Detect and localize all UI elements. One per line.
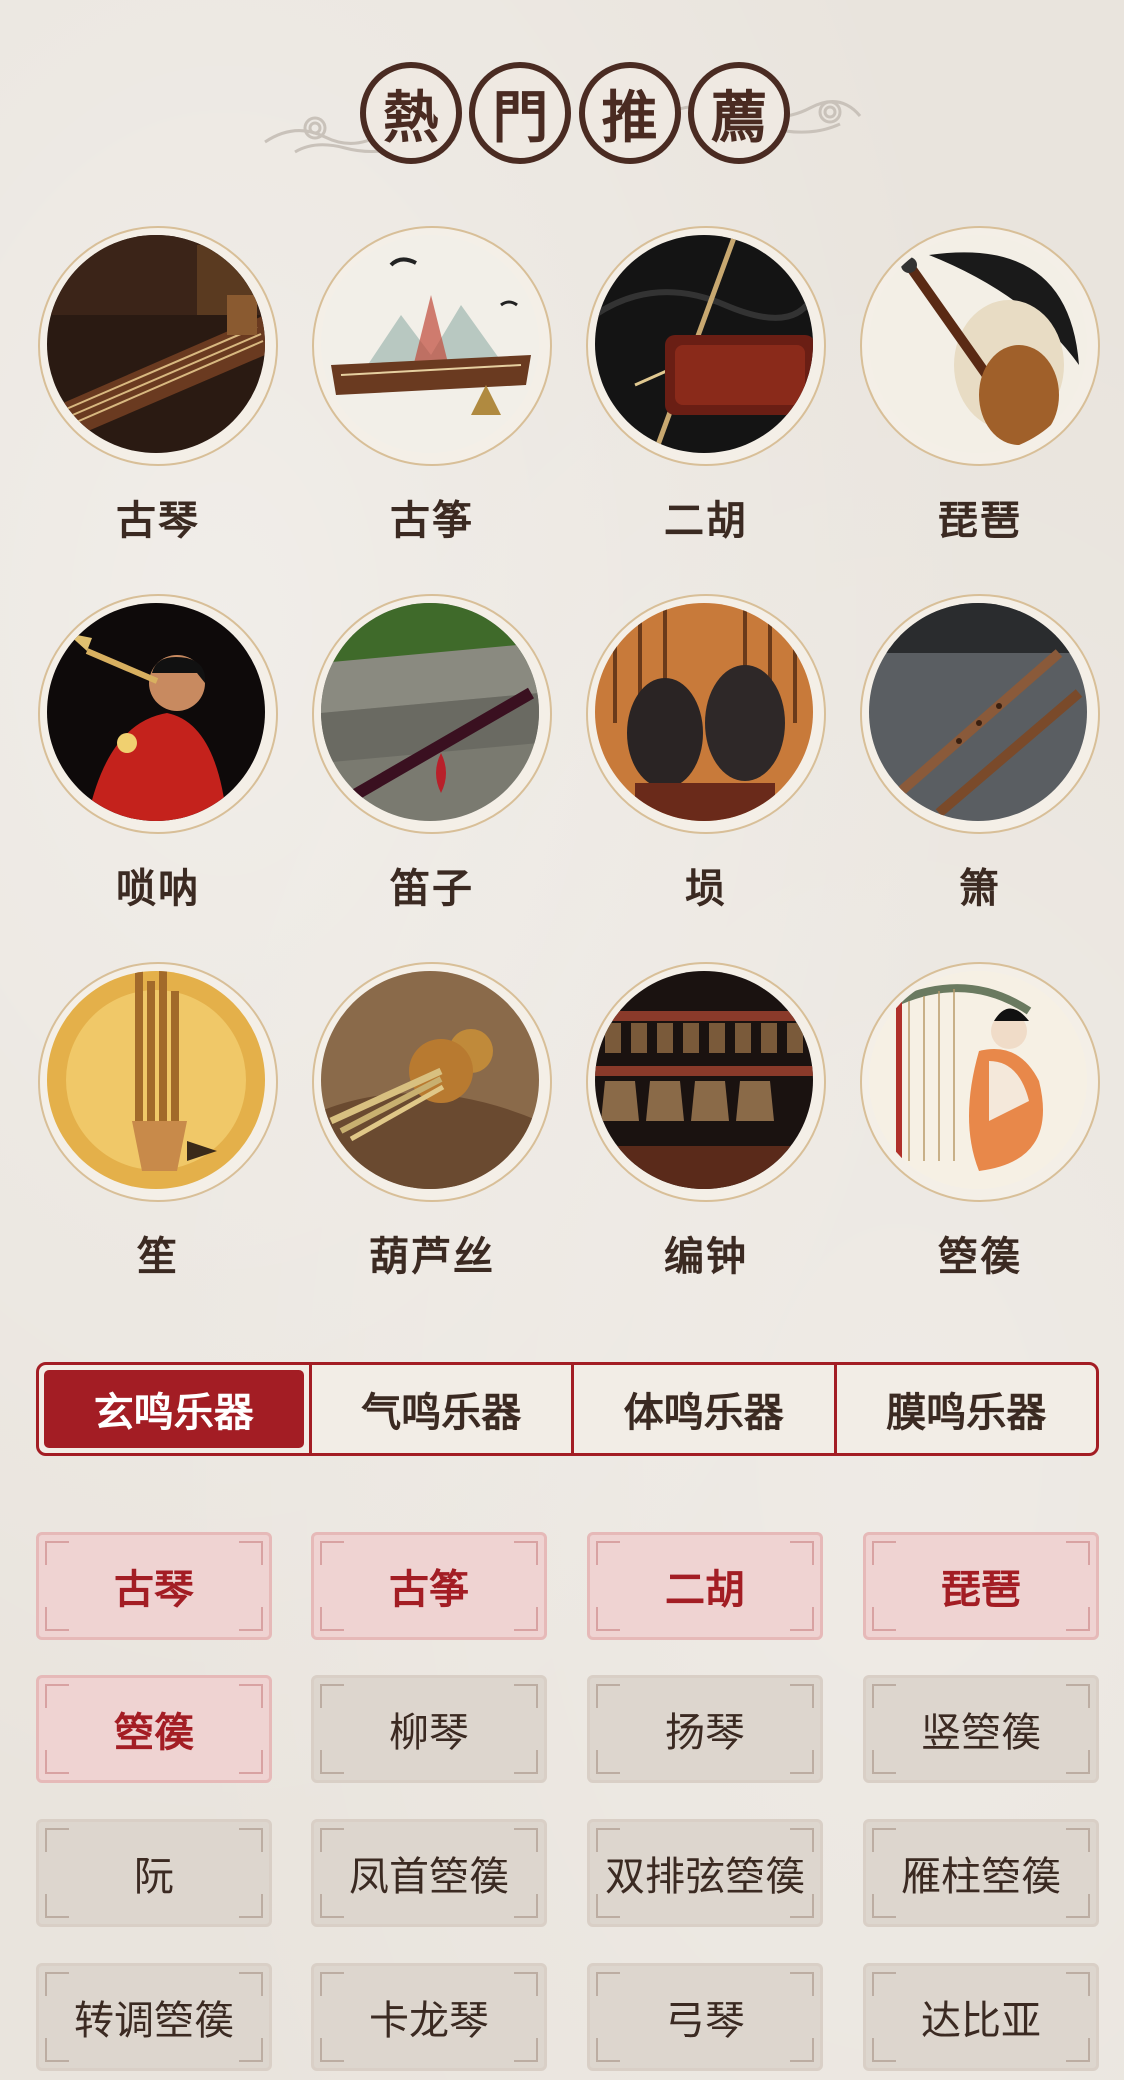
featured-label: 葫芦丝 bbox=[369, 1234, 495, 1280]
featured-item-hulusi[interactable]: 葫芦丝 bbox=[312, 962, 552, 1292]
featured-label: 古琴 bbox=[116, 498, 200, 544]
featured-item-dizi[interactable]: 笛子 bbox=[312, 594, 552, 924]
featured-label: 箜篌 bbox=[938, 1234, 1022, 1280]
page: 熱 門 推 薦 古琴 古筝 二胡 琵琶 唢呐 笛子 埙 箫 笙 葫芦丝 编钟 箜… bbox=[0, 0, 1124, 2080]
featured-item-xun[interactable]: 埙 bbox=[586, 594, 826, 924]
chip-label: 古琴 bbox=[114, 1567, 194, 1613]
instrument-chip[interactable]: 扬琴 bbox=[587, 1675, 823, 1783]
featured-item-guzheng[interactable]: 古筝 bbox=[312, 226, 552, 556]
chip-label: 双排弦箜篌 bbox=[605, 1854, 805, 1900]
dizi-photo bbox=[321, 603, 539, 821]
featured-label: 笙 bbox=[137, 1234, 179, 1280]
instrument-chip[interactable]: 弓琴 bbox=[587, 1963, 823, 2071]
page-title: 熱 門 推 薦 bbox=[360, 62, 790, 172]
featured-label: 埙 bbox=[685, 866, 727, 912]
tab-aerophones[interactable]: 气鸣乐器 bbox=[308, 1365, 572, 1453]
chip-label: 凤首箜篌 bbox=[349, 1854, 509, 1900]
featured-row: 唢呐 笛子 埙 箫 bbox=[0, 594, 1124, 962]
title-char: 推 bbox=[578, 62, 681, 164]
featured-item-bianzhong[interactable]: 编钟 bbox=[586, 962, 826, 1292]
featured-item-guqin[interactable]: 古琴 bbox=[38, 226, 278, 556]
chip-label: 达比亚 bbox=[921, 1998, 1041, 2044]
chip-label: 箜篌 bbox=[114, 1710, 194, 1756]
chip-label: 柳琴 bbox=[389, 1710, 469, 1756]
instrument-chip[interactable]: 竖箜篌 bbox=[863, 1675, 1099, 1783]
instrument-chip[interactable]: 凤首箜篌 bbox=[311, 1819, 547, 1927]
featured-label: 琵琶 bbox=[938, 498, 1022, 544]
instrument-chip[interactable]: 转调箜篌 bbox=[36, 1963, 272, 2071]
featured-label: 箫 bbox=[959, 866, 1001, 912]
guzheng-ink-painting bbox=[321, 235, 539, 453]
featured-grid: 古琴 古筝 二胡 琵琶 唢呐 笛子 埙 箫 笙 葫芦丝 编钟 箜篌 bbox=[0, 226, 1124, 1330]
featured-item-suona[interactable]: 唢呐 bbox=[38, 594, 278, 924]
title-char: 熱 bbox=[360, 62, 462, 164]
guqin-photo bbox=[47, 235, 265, 453]
suona-player-photo bbox=[47, 603, 265, 821]
featured-label: 二胡 bbox=[664, 498, 748, 544]
category-tabs: 玄鸣乐器 气鸣乐器 体鸣乐器 膜鸣乐器 bbox=[36, 1362, 1099, 1456]
instrument-chip[interactable]: 二胡 bbox=[587, 1532, 823, 1640]
pipa-ink-painting bbox=[869, 235, 1087, 453]
instrument-chip[interactable]: 卡龙琴 bbox=[311, 1963, 547, 2071]
featured-label: 唢呐 bbox=[116, 866, 200, 912]
featured-item-erhu[interactable]: 二胡 bbox=[586, 226, 826, 556]
tab-chordophones[interactable]: 玄鸣乐器 bbox=[44, 1370, 304, 1448]
instrument-chip[interactable]: 柳琴 bbox=[311, 1675, 547, 1783]
featured-row: 笙 葫芦丝 编钟 箜篌 bbox=[0, 962, 1124, 1330]
hulusi-photo bbox=[321, 971, 539, 1189]
featured-row: 古琴 古筝 二胡 琵琶 bbox=[0, 226, 1124, 594]
erhu-photo bbox=[595, 235, 813, 453]
chip-label: 雁柱箜篌 bbox=[901, 1854, 1061, 1900]
xun-photo bbox=[595, 603, 813, 821]
bianzhong-photo bbox=[595, 971, 813, 1189]
chip-label: 卡龙琴 bbox=[369, 1998, 489, 2044]
instrument-chip[interactable]: 达比亚 bbox=[863, 1963, 1099, 2071]
instrument-chip[interactable]: 双排弦箜篌 bbox=[587, 1819, 823, 1927]
chip-label: 弓琴 bbox=[665, 1998, 745, 2044]
instrument-chip[interactable]: 箜篌 bbox=[36, 1675, 272, 1783]
sheng-photo bbox=[47, 971, 265, 1189]
chip-label: 扬琴 bbox=[665, 1710, 745, 1756]
chip-label: 阮 bbox=[134, 1854, 174, 1900]
title-char: 門 bbox=[469, 62, 572, 164]
instrument-chip[interactable]: 阮 bbox=[36, 1819, 272, 1927]
featured-item-konghou[interactable]: 箜篌 bbox=[860, 962, 1100, 1292]
tab-membranophones[interactable]: 膜鸣乐器 bbox=[833, 1365, 1097, 1453]
instrument-chip[interactable]: 琵琶 bbox=[863, 1532, 1099, 1640]
xiao-photo bbox=[869, 603, 1087, 821]
chip-label: 转调箜篌 bbox=[74, 1998, 234, 2044]
featured-label: 编钟 bbox=[664, 1234, 748, 1280]
featured-item-sheng[interactable]: 笙 bbox=[38, 962, 278, 1292]
featured-label: 笛子 bbox=[390, 866, 474, 912]
title-char: 薦 bbox=[687, 62, 790, 164]
tab-idiophones[interactable]: 体鸣乐器 bbox=[571, 1365, 834, 1453]
instrument-chip[interactable]: 古琴 bbox=[36, 1532, 272, 1640]
chip-label: 古筝 bbox=[389, 1567, 469, 1613]
section-title: 熱 門 推 薦 bbox=[0, 56, 1124, 176]
konghou-illustration bbox=[869, 971, 1087, 1189]
featured-item-xiao[interactable]: 箫 bbox=[860, 594, 1100, 924]
instrument-chip[interactable]: 古筝 bbox=[311, 1532, 547, 1640]
instrument-chip[interactable]: 雁柱箜篌 bbox=[863, 1819, 1099, 1927]
featured-label: 古筝 bbox=[390, 498, 474, 544]
chip-label: 二胡 bbox=[665, 1567, 745, 1613]
featured-item-pipa[interactable]: 琵琶 bbox=[860, 226, 1100, 556]
chip-label: 琵琶 bbox=[941, 1567, 1021, 1613]
chip-label: 竖箜篌 bbox=[921, 1710, 1041, 1756]
